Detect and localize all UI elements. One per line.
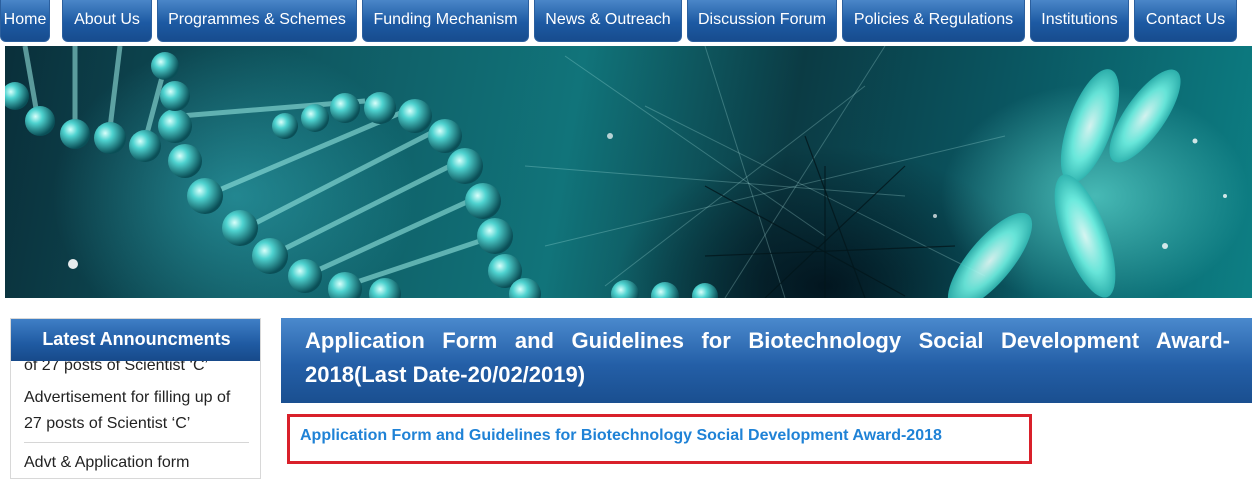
announcement-item[interactable]: Advt & Application form bbox=[24, 450, 249, 476]
nav-programmes-schemes[interactable]: Programmes & Schemes bbox=[157, 0, 357, 42]
application-form-link[interactable]: Application Form and Guidelines for Biot… bbox=[300, 427, 942, 445]
highlighted-link-box: Application Form and Guidelines for Biot… bbox=[287, 414, 1032, 464]
announcements-list[interactable]: of 27 posts of Scientist ‘C’ Advertiseme… bbox=[11, 349, 260, 478]
nav-funding-mechanism[interactable]: Funding Mechanism bbox=[362, 0, 529, 42]
dna-banner-image bbox=[5, 46, 1252, 298]
nav-discussion-forum[interactable]: Discussion Forum bbox=[687, 0, 837, 42]
dna-helix-graphic bbox=[5, 46, 1227, 298]
page-title: Application Form and Guidelines for Biot… bbox=[281, 318, 1252, 403]
nav-news-outreach[interactable]: News & Outreach bbox=[534, 0, 682, 42]
nav-home[interactable]: Home bbox=[0, 0, 50, 42]
top-navigation: Home About Us Programmes & Schemes Fundi… bbox=[0, 0, 1252, 45]
divider bbox=[24, 442, 249, 443]
nav-policies-regulations[interactable]: Policies & Regulations bbox=[842, 0, 1025, 42]
nav-contact-us[interactable]: Contact Us bbox=[1134, 0, 1237, 42]
announcement-item[interactable]: Advertisement for filling up of 27 posts… bbox=[24, 385, 249, 437]
nav-about-us[interactable]: About Us bbox=[62, 0, 152, 42]
announcements-title: Latest Announcments bbox=[11, 319, 260, 361]
nav-institutions[interactable]: Institutions bbox=[1030, 0, 1129, 42]
announcements-panel: Latest Announcments of 27 posts of Scien… bbox=[10, 318, 261, 479]
